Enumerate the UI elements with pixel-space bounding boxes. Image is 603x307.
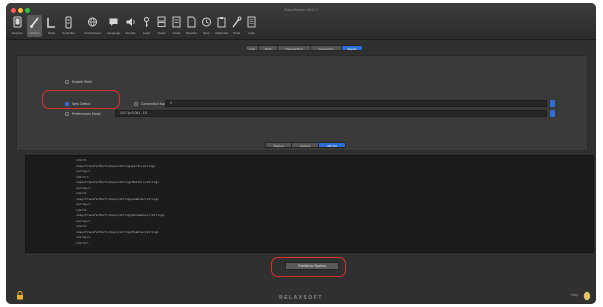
toolbar-item-actions[interactable]: Actions bbox=[27, 15, 42, 37]
help-label: Help bbox=[571, 293, 579, 297]
tab-content[interactable]: Content bbox=[292, 142, 319, 148]
tab-connection[interactable]: Connection bbox=[311, 45, 342, 51]
sync-icon bbox=[202, 17, 211, 27]
key-icon bbox=[144, 17, 149, 27]
xml-output-area[interactable]: <dict> <key>TransferPort</key><string>po… bbox=[25, 155, 594, 253]
connection-name-field[interactable]: 1 bbox=[165, 100, 547, 107]
title-bar: RoboServer v5.0.4 Devices Actions Scale … bbox=[6, 3, 596, 40]
new-detect-highlight bbox=[42, 90, 120, 109]
code-line: <key>TransferPort</key><string>Parameter… bbox=[76, 213, 165, 217]
settings-tabs: Link Shell Transfer/Port Connection Expo… bbox=[245, 45, 363, 51]
toolbar-item-language[interactable]: Language bbox=[106, 15, 121, 37]
code-line: <dict> bbox=[76, 207, 87, 212]
code-line: <dict> bbox=[76, 191, 87, 195]
list-icon bbox=[172, 16, 181, 28]
preferences-mode-dropdown[interactable] bbox=[550, 110, 555, 117]
code-line: <key>TransferPort</key><string>port</str… bbox=[76, 163, 156, 168]
wrench-icon bbox=[232, 16, 242, 28]
enable-shell-label: Enable Shell bbox=[72, 80, 92, 84]
brush-icon bbox=[30, 17, 39, 28]
publish-button-highlight bbox=[271, 257, 346, 277]
brand-logo-text: RELAXSOFT bbox=[279, 295, 323, 301]
tab-api-url[interactable]: API Url bbox=[319, 142, 346, 148]
ruler-icon bbox=[47, 18, 55, 28]
document-icon bbox=[187, 16, 196, 28]
toolbar-item-connections[interactable]: Connections bbox=[84, 15, 101, 37]
controller-icon bbox=[65, 16, 72, 29]
tab-transfer-port[interactable]: Transfer/Port bbox=[278, 45, 311, 51]
speaker-icon bbox=[126, 18, 135, 26]
network-icon bbox=[88, 17, 97, 27]
log-icon bbox=[247, 16, 256, 28]
tab-shell[interactable]: Shell bbox=[259, 45, 278, 51]
toolbar-item-scale[interactable]: Scale bbox=[44, 15, 59, 37]
toolbar-item-label: Logs bbox=[248, 31, 255, 35]
toolbar-item-label: Connections bbox=[84, 31, 101, 35]
chat-icon bbox=[109, 18, 118, 26]
preferences-mode-label: Preferences Mode bbox=[72, 112, 101, 116]
code-line: <key>TransferPort</key><string>Master</s… bbox=[76, 180, 160, 184]
output-tabs: Aligned Content API Url bbox=[265, 142, 346, 148]
toolbar-item-controller[interactable]: Controller bbox=[61, 15, 76, 37]
tab-aligned[interactable]: Aligned bbox=[265, 142, 292, 148]
code-line: <key>TransferPort</key><string>Enable</s… bbox=[76, 229, 160, 234]
code-line: <array/> bbox=[76, 169, 91, 173]
code-line: <dict/> bbox=[76, 174, 89, 179]
code-line: <array/> bbox=[76, 202, 91, 206]
toolbar-item-devices[interactable]: Devices bbox=[10, 15, 25, 37]
window-title: RoboServer v5.0.4 bbox=[284, 7, 318, 12]
enable-shell-checkbox[interactable] bbox=[65, 80, 69, 84]
preferences-mode-checkbox[interactable] bbox=[65, 112, 69, 116]
connection-name-checkbox[interactable] bbox=[134, 102, 138, 106]
code-line: <dict/> bbox=[76, 240, 89, 245]
server-icon bbox=[157, 16, 166, 27]
code-line: <array/> bbox=[76, 185, 91, 190]
code-line: <array/> bbox=[76, 235, 91, 239]
code-line: <dict> bbox=[76, 224, 87, 228]
clipboard-icon bbox=[217, 17, 226, 28]
code-line: <key>TransferPort</key><string>enable</s… bbox=[76, 196, 160, 201]
tab-link[interactable]: Link bbox=[245, 45, 259, 51]
device-icon bbox=[13, 16, 22, 28]
preferences-mode-field[interactable]: 1/17 (x 0.04) - 15 bbox=[115, 110, 547, 117]
connection-name-dropdown[interactable] bbox=[550, 100, 555, 107]
tab-export[interactable]: Export bbox=[342, 45, 363, 51]
help-icon[interactable] bbox=[583, 291, 591, 301]
toolbar-item-logs[interactable]: Logs bbox=[244, 15, 259, 37]
toolbar-item-label: Controller bbox=[61, 31, 75, 35]
code-line: <array/> bbox=[76, 218, 91, 223]
code-line: <dict> bbox=[76, 158, 87, 162]
